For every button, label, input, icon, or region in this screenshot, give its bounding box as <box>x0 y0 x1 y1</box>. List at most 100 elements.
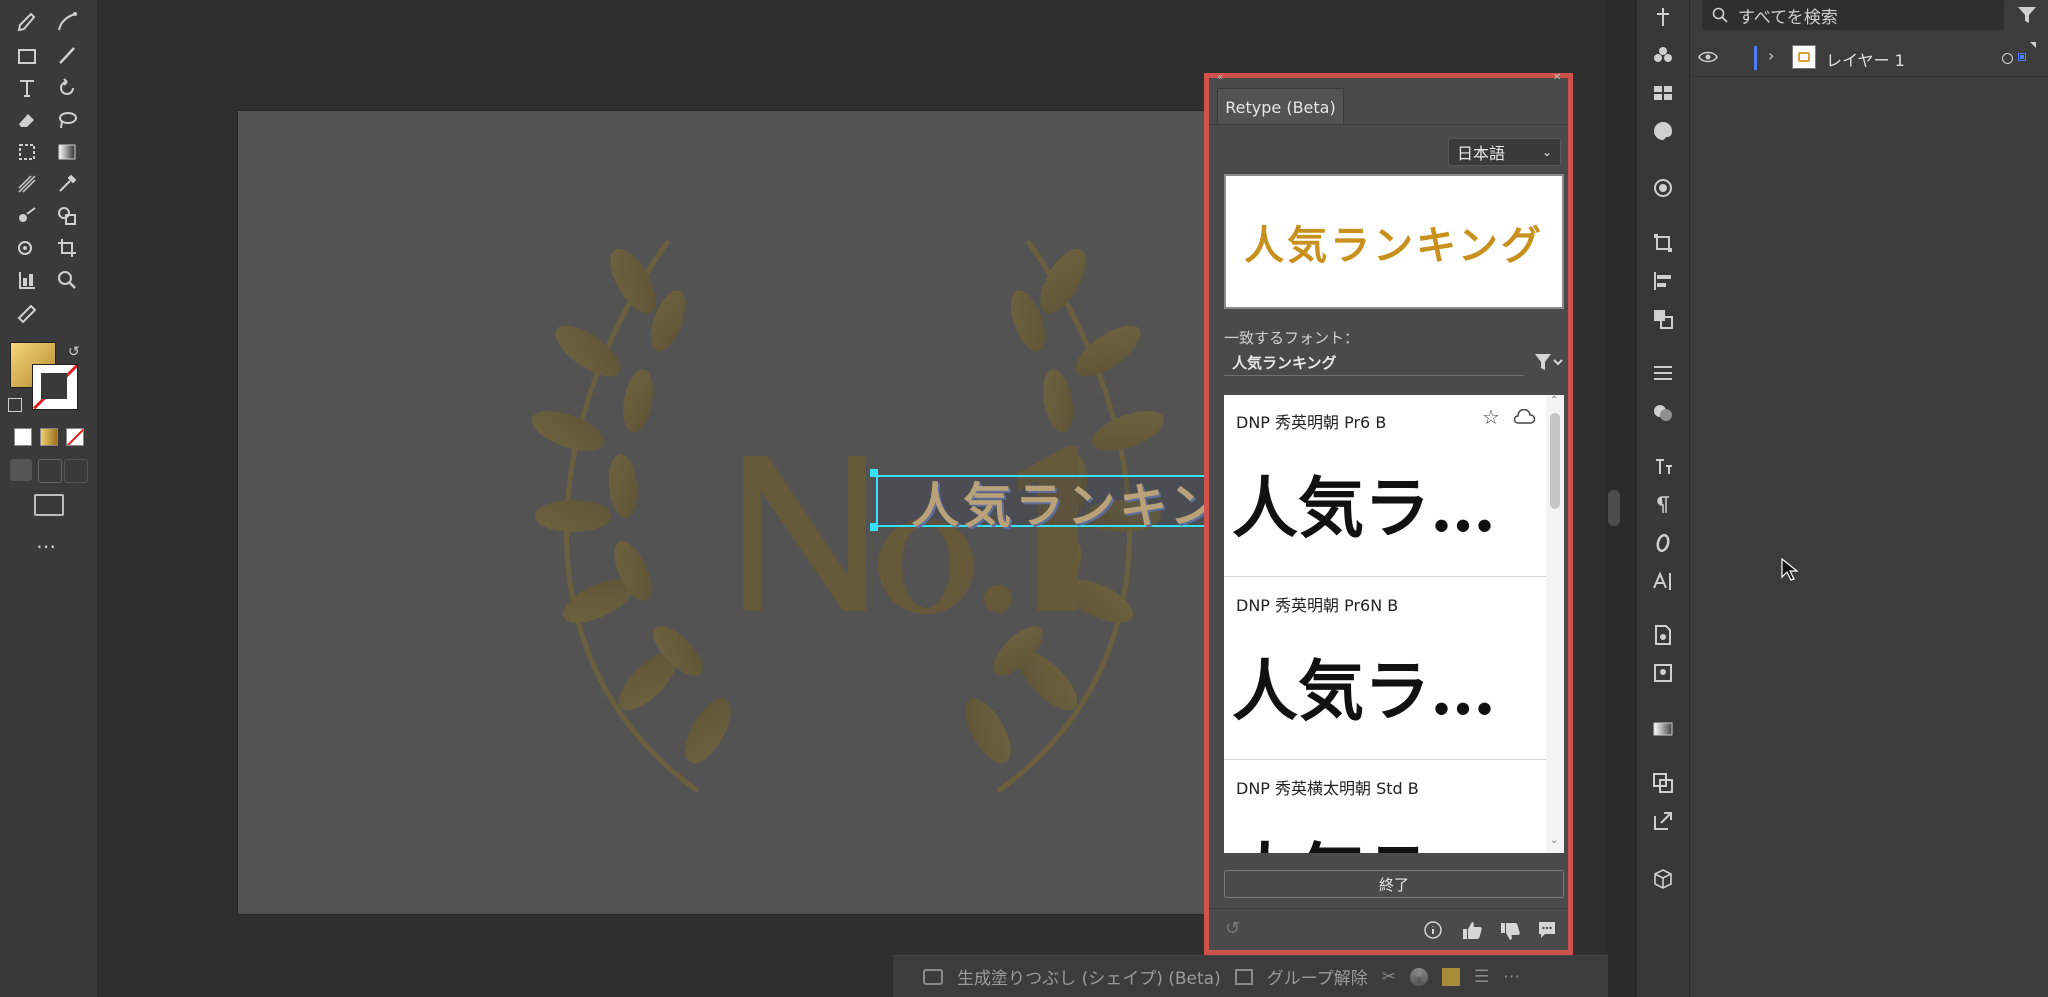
more-options-icon[interactable]: ⋯ <box>1503 967 1520 987</box>
target-circle-icon[interactable] <box>2002 53 2013 64</box>
draw-normal-icon[interactable] <box>10 459 32 481</box>
language-select[interactable]: 日本語 ⌄ <box>1448 138 1561 166</box>
font-list-item[interactable]: DNP 秀英明朝 Pr6 B ☆ 人気ラ… <box>1224 395 1546 577</box>
thumbs-up-icon[interactable] <box>1461 920 1483 940</box>
layers-filter-icon[interactable] <box>2016 5 2038 25</box>
selection-square-icon[interactable] <box>2018 53 2026 61</box>
scroll-up-icon[interactable]: ⌃ <box>1550 395 1558 406</box>
fill-color-icon[interactable] <box>1441 967 1460 986</box>
pathfinder-icon[interactable] <box>1650 306 1676 332</box>
layer-name[interactable]: レイヤー 1 <box>1826 47 1905 71</box>
scroll-down-icon[interactable]: ⌄ <box>1550 835 1558 846</box>
column-graph-tool-icon[interactable] <box>12 266 42 294</box>
swatches-icon[interactable] <box>1650 80 1676 106</box>
font-list-item[interactable]: DNP 秀英横太明朝 Std B 人気ラ… <box>1224 761 1546 853</box>
draw-behind-icon[interactable] <box>38 459 62 483</box>
default-fill-stroke-icon[interactable] <box>8 398 22 412</box>
font-sample: 人気ラ… <box>1232 821 1496 853</box>
more-tools-icon[interactable]: ⋯ <box>36 534 57 558</box>
color-palette-icon[interactable] <box>1650 118 1676 144</box>
ungroup-icon[interactable] <box>1234 968 1253 985</box>
transparency-icon[interactable] <box>1650 400 1676 426</box>
character-icon[interactable] <box>1650 568 1676 594</box>
shape-builder-tool-icon[interactable] <box>52 202 82 230</box>
favorite-star-icon[interactable]: ☆ <box>1482 405 1500 429</box>
layers-search-field[interactable]: すべてを検索 <box>1702 0 2004 30</box>
thumbs-down-icon[interactable] <box>1499 922 1521 942</box>
font-name: DNP 秀英明朝 Pr6 B <box>1236 413 1387 432</box>
generative-fill-icon[interactable] <box>923 968 943 985</box>
free-transform-tool-icon[interactable] <box>12 138 42 166</box>
info-icon[interactable] <box>1423 920 1443 940</box>
puppet-warp-icon[interactable] <box>1650 4 1676 30</box>
stroke-icon[interactable] <box>1650 360 1676 386</box>
opentype-icon[interactable] <box>1650 530 1676 556</box>
artboards-icon[interactable] <box>1650 770 1676 796</box>
paintbrush-tool-icon[interactable] <box>52 42 82 70</box>
panel-tab-retype[interactable]: Retype (Beta) <box>1217 88 1344 125</box>
document-info-icon[interactable] <box>1650 622 1676 648</box>
ungroup-button[interactable]: グループ解除 <box>1267 964 1368 989</box>
character-styles-icon[interactable] <box>1650 454 1676 480</box>
matching-text-field[interactable]: 人気ランキング <box>1224 348 1524 376</box>
draw-inside-icon[interactable] <box>64 459 88 483</box>
undo-icon[interactable]: ↺ <box>1225 918 1240 939</box>
generative-fill-button[interactable]: 生成塗りつぶし (シェイプ) (Beta) <box>957 964 1221 989</box>
font-name: DNP 秀英横太明朝 Std B <box>1236 779 1419 798</box>
type-tool-icon[interactable] <box>12 74 42 102</box>
recolor-icon[interactable] <box>1409 967 1428 986</box>
stroke-swatch[interactable] <box>32 364 78 410</box>
export-icon[interactable] <box>1650 808 1676 834</box>
color-mode-icon[interactable] <box>14 428 32 446</box>
zoom-tool-icon[interactable] <box>52 266 82 294</box>
lasso-tool-icon[interactable] <box>52 106 82 134</box>
canvas-scroll-handle[interactable] <box>1608 490 1620 526</box>
gradient-tool-icon[interactable] <box>52 138 82 166</box>
feedback-icon[interactable] <box>1537 920 1557 940</box>
curvature-tool-icon[interactable] <box>52 8 82 36</box>
blend-tool-icon[interactable] <box>12 202 42 230</box>
visibility-eye-icon[interactable] <box>1698 50 1718 64</box>
layers-search-placeholder: すべてを検索 <box>1738 7 1838 28</box>
mesh-tool-icon[interactable] <box>12 170 42 198</box>
scrollbar-thumb[interactable] <box>1550 413 1560 509</box>
gradient-mode-icon[interactable] <box>40 428 58 446</box>
done-button[interactable]: 終了 <box>1224 870 1564 898</box>
retype-panel: « ✕ Retype (Beta) 日本語 ⌄ 人気ランキング 一致するフォント… <box>1204 72 1573 955</box>
pen-tool-icon[interactable] <box>12 8 42 36</box>
transform-icon[interactable] <box>1650 230 1676 256</box>
font-filter-button[interactable] <box>1531 350 1565 374</box>
cloud-icon[interactable] <box>1512 409 1536 425</box>
selection-handle[interactable] <box>870 469 878 477</box>
rectangle-tool-icon[interactable] <box>12 42 42 70</box>
swap-fill-stroke-icon[interactable]: ↺ <box>68 344 80 360</box>
crop-icon[interactable]: ✂ <box>1382 967 1396 987</box>
artboard-tool-icon[interactable] <box>52 234 82 262</box>
font-list-item[interactable]: DNP 秀英明朝 Pr6N B 人気ラ… <box>1224 578 1546 760</box>
font-sample: 人気ラ… <box>1232 469 1496 547</box>
symbols-icon[interactable] <box>1650 42 1676 68</box>
eyedropper-tool-icon[interactable] <box>52 170 82 198</box>
symbol-sprayer-tool-icon[interactable] <box>12 234 42 262</box>
font-sample: 人気ラ… <box>1232 652 1496 730</box>
gradient-panel-icon[interactable] <box>1650 716 1676 742</box>
appearance-icon[interactable] <box>1650 175 1676 201</box>
rotate-tool-icon[interactable] <box>52 74 82 102</box>
paragraph-icon[interactable] <box>1650 492 1676 518</box>
align-icon[interactable]: ☰ <box>1474 967 1489 987</box>
measure-tool-icon[interactable] <box>12 300 42 328</box>
chevron-right-icon[interactable]: › <box>1768 46 1774 65</box>
3d-materials-icon[interactable] <box>1650 866 1676 892</box>
selection-handle[interactable] <box>870 523 878 531</box>
image-trace-icon[interactable] <box>1650 660 1676 686</box>
align-icon[interactable] <box>1650 268 1676 294</box>
font-match-list[interactable]: DNP 秀英明朝 Pr6 B ☆ 人気ラ… DNP 秀英明朝 Pr6N B 人気… <box>1224 395 1564 853</box>
eraser-tool-icon[interactable] <box>12 106 42 134</box>
panel-dock <box>1636 0 1690 997</box>
panel-collapse-icon[interactable]: « <box>1217 72 1223 83</box>
screen-mode-icon[interactable] <box>34 494 64 516</box>
font-list-scrollbar[interactable]: ⌃ ⌄ <box>1546 395 1564 853</box>
layer-row[interactable]: › レイヤー 1 <box>1690 40 2048 77</box>
panel-close-icon[interactable]: ✕ <box>1553 72 1561 83</box>
none-mode-icon[interactable] <box>66 428 84 446</box>
